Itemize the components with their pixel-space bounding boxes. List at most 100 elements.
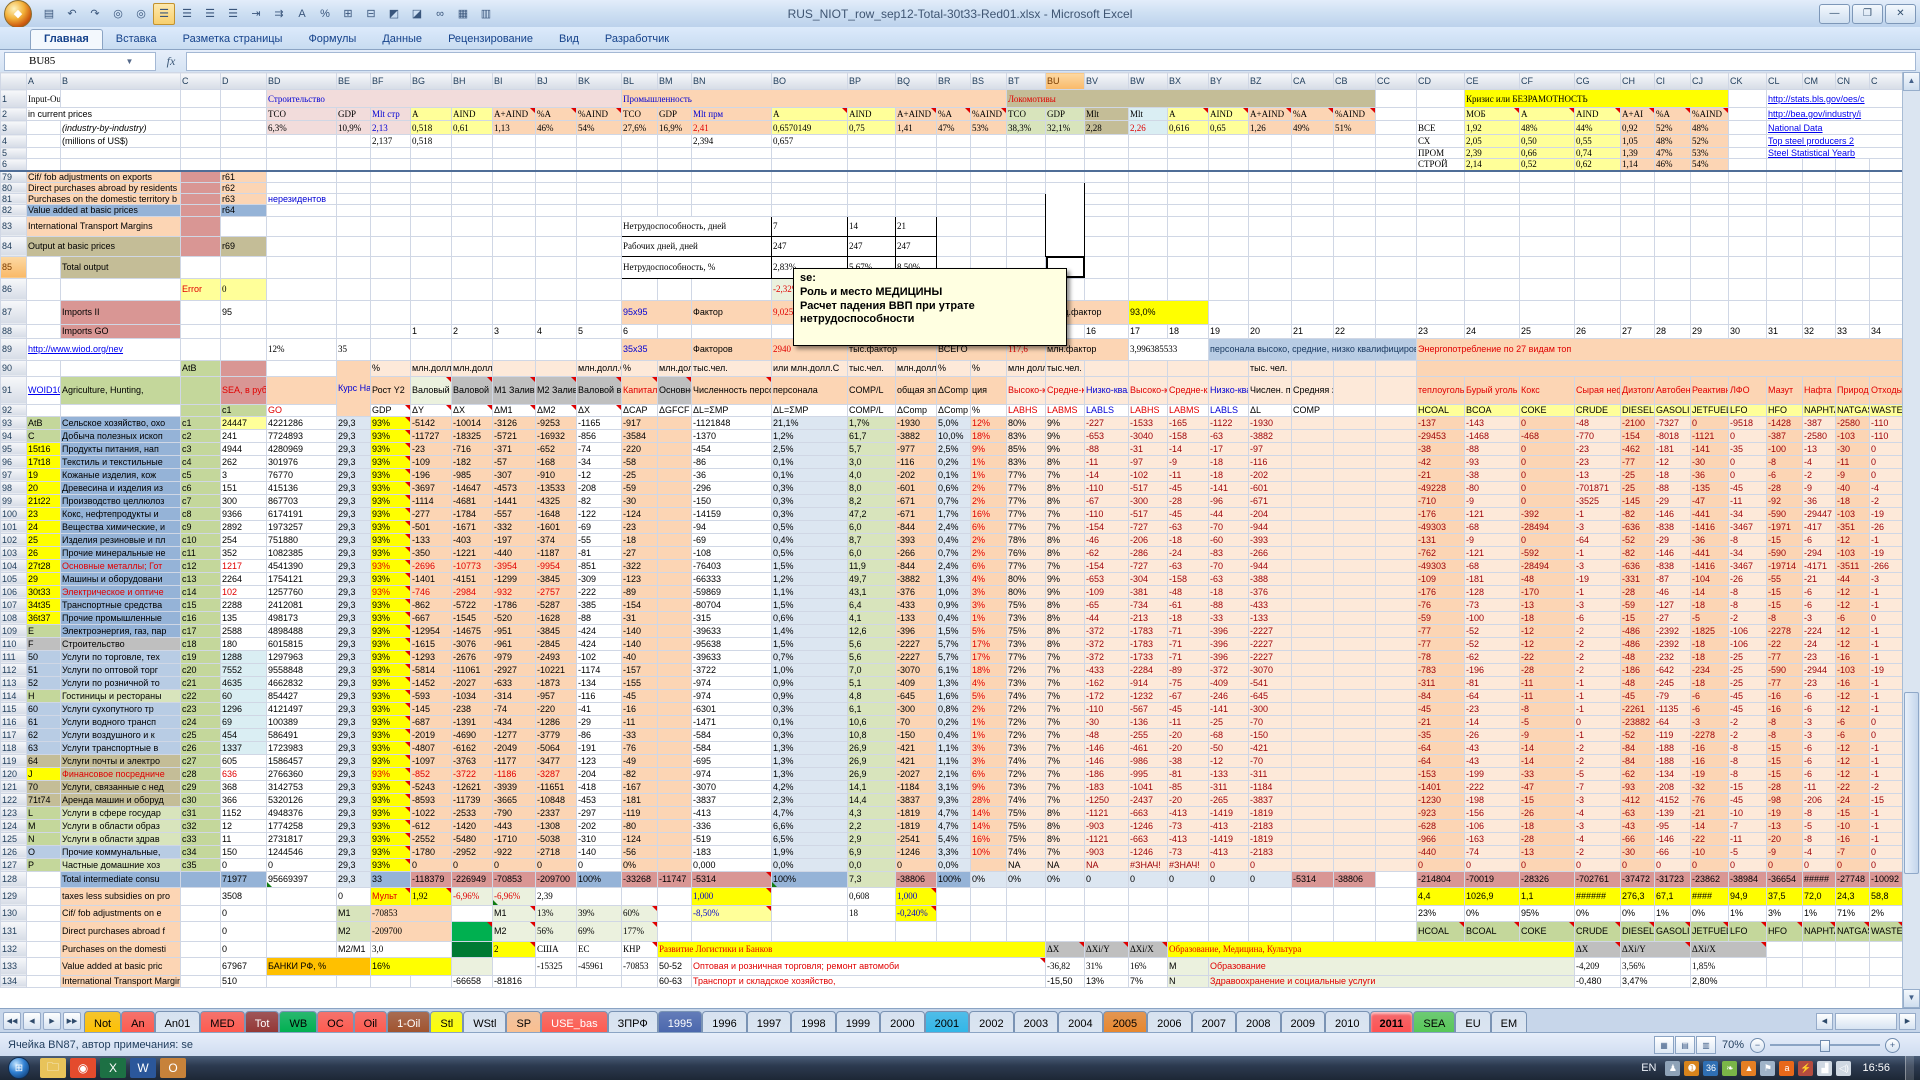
cell[interactable] — [452, 941, 493, 957]
cell[interactable]: 4280969 — [267, 442, 337, 455]
cell[interactable]: -10221 — [536, 663, 577, 676]
cell[interactable]: 0,7% — [937, 494, 971, 507]
cell[interactable]: ПРОМ — [1417, 148, 1465, 159]
cell[interactable] — [1292, 216, 1334, 236]
cell[interactable]: -134 — [577, 676, 622, 689]
cell[interactable]: 0 — [1520, 416, 1575, 429]
cell[interactable]: 0 — [221, 921, 267, 941]
cell[interactable] — [971, 148, 1007, 159]
cell[interactable]: 5% — [971, 624, 1007, 637]
cell[interactable] — [1729, 148, 1767, 159]
cell[interactable]: -671 — [896, 507, 937, 520]
column-header-BY[interactable]: BY — [1209, 73, 1249, 90]
cell[interactable]: -2027 — [896, 767, 937, 780]
cell[interactable]: 95x95 — [622, 300, 692, 324]
cell[interactable] — [971, 905, 1007, 921]
cell[interactable]: -462 — [1621, 442, 1655, 455]
cell[interactable] — [181, 193, 221, 204]
cell[interactable] — [1376, 741, 1417, 754]
cell[interactable]: -31 — [1129, 442, 1168, 455]
cell[interactable]: -77 — [1417, 624, 1465, 637]
cell[interactable]: 5,7% — [937, 637, 971, 650]
cell[interactable] — [1334, 533, 1376, 546]
cell[interactable]: СХ — [1417, 135, 1465, 148]
cell[interactable]: -15 — [1767, 741, 1803, 754]
cell[interactable]: -88 — [1085, 442, 1129, 455]
cell[interactable]: c1 — [221, 404, 267, 416]
cell[interactable]: 29,3 — [337, 806, 371, 819]
cell[interactable]: -300 — [1129, 494, 1168, 507]
cell[interactable]: Изделия резиновые и пл — [61, 533, 181, 546]
cell[interactable]: 0,8% — [937, 702, 971, 715]
cell[interactable]: 0 — [1465, 858, 1520, 871]
sheet-tab-1997[interactable]: 1997 — [747, 1011, 791, 1033]
cell[interactable]: -156 — [1465, 806, 1520, 819]
cell[interactable] — [1803, 300, 1836, 324]
cell[interactable] — [1621, 256, 1655, 278]
cell[interactable]: -74 — [577, 442, 622, 455]
cell[interactable] — [536, 278, 577, 300]
cell[interactable]: 0,4% — [937, 611, 971, 624]
cell[interactable]: -663 — [1129, 832, 1168, 845]
cell[interactable] — [1292, 481, 1334, 494]
cell[interactable]: 27,6% — [622, 121, 658, 135]
cell[interactable] — [536, 300, 577, 324]
cell[interactable]: -1 — [1870, 819, 1904, 832]
cell[interactable]: -1 — [1870, 624, 1904, 637]
cell[interactable]: -2261 — [1621, 702, 1655, 715]
cell[interactable]: 0 — [1249, 871, 1292, 887]
cell[interactable]: -593 — [411, 689, 452, 702]
cell[interactable] — [411, 278, 452, 300]
cell[interactable]: 47% — [937, 121, 971, 135]
row-header-83[interactable]: 83 — [1, 216, 27, 236]
cell[interactable]: 1% — [1729, 905, 1767, 921]
cell[interactable]: c17 — [181, 624, 221, 637]
cell[interactable] — [1691, 204, 1729, 216]
cell[interactable]: -434 — [493, 715, 536, 728]
cell[interactable] — [1870, 182, 1904, 193]
cell[interactable]: 93% — [371, 611, 411, 624]
cell[interactable]: 0 — [1870, 728, 1904, 741]
row-header-115[interactable]: 115 — [1, 702, 27, 715]
cell[interactable]: -1041 — [1129, 780, 1168, 793]
cell[interactable] — [658, 135, 692, 148]
cell[interactable] — [1621, 193, 1655, 204]
cell[interactable]: 6% — [971, 559, 1007, 572]
cell[interactable]: -22 — [1836, 780, 1870, 793]
cell[interactable]: тыс.чел. — [1046, 360, 1085, 376]
cell[interactable]: М2/М1 — [337, 941, 371, 957]
cell[interactable]: -165 — [1168, 416, 1209, 429]
cell[interactable] — [1334, 416, 1376, 429]
cell[interactable] — [848, 159, 896, 171]
cell[interactable]: -1819 — [896, 806, 937, 819]
cell[interactable]: -12 — [1836, 585, 1870, 598]
cell[interactable]: Транспортные средства — [61, 598, 181, 611]
cell[interactable]: 49,7 — [848, 572, 896, 585]
column-header-BS[interactable]: BS — [971, 73, 1007, 90]
cell[interactable]: Средне-квалиф. — [1168, 376, 1209, 404]
cell[interactable] — [337, 148, 371, 159]
cell[interactable]: -3 — [1575, 559, 1621, 572]
cell[interactable]: -61 — [1168, 598, 1209, 611]
cell[interactable]: International Transport Margins — [61, 975, 181, 987]
cell[interactable]: -1601 — [536, 520, 577, 533]
cell[interactable]: -56 — [622, 845, 658, 858]
cell[interactable]: -109 — [411, 455, 452, 468]
cell[interactable] — [1520, 171, 1575, 183]
cell[interactable] — [337, 300, 371, 324]
cell[interactable]: персонала — [772, 376, 848, 404]
cell[interactable]: Сырая нефть — [1575, 376, 1621, 404]
cell[interactable]: 11 — [221, 832, 267, 845]
cell[interactable] — [181, 338, 221, 360]
cell[interactable]: -86 — [577, 728, 622, 741]
cell[interactable]: -409 — [896, 676, 937, 689]
cell[interactable] — [1007, 171, 1046, 183]
cell[interactable]: -12 — [1836, 754, 1870, 767]
cell[interactable]: 9% — [1046, 572, 1085, 585]
cell[interactable]: -2 — [1575, 845, 1621, 858]
cell[interactable]: -2580 — [1836, 416, 1870, 429]
cell[interactable]: 1,3% — [937, 572, 971, 585]
cell[interactable]: -110 — [1870, 416, 1904, 429]
cell[interactable]: CRUDE — [1575, 404, 1621, 416]
cell[interactable] — [1168, 887, 1209, 905]
